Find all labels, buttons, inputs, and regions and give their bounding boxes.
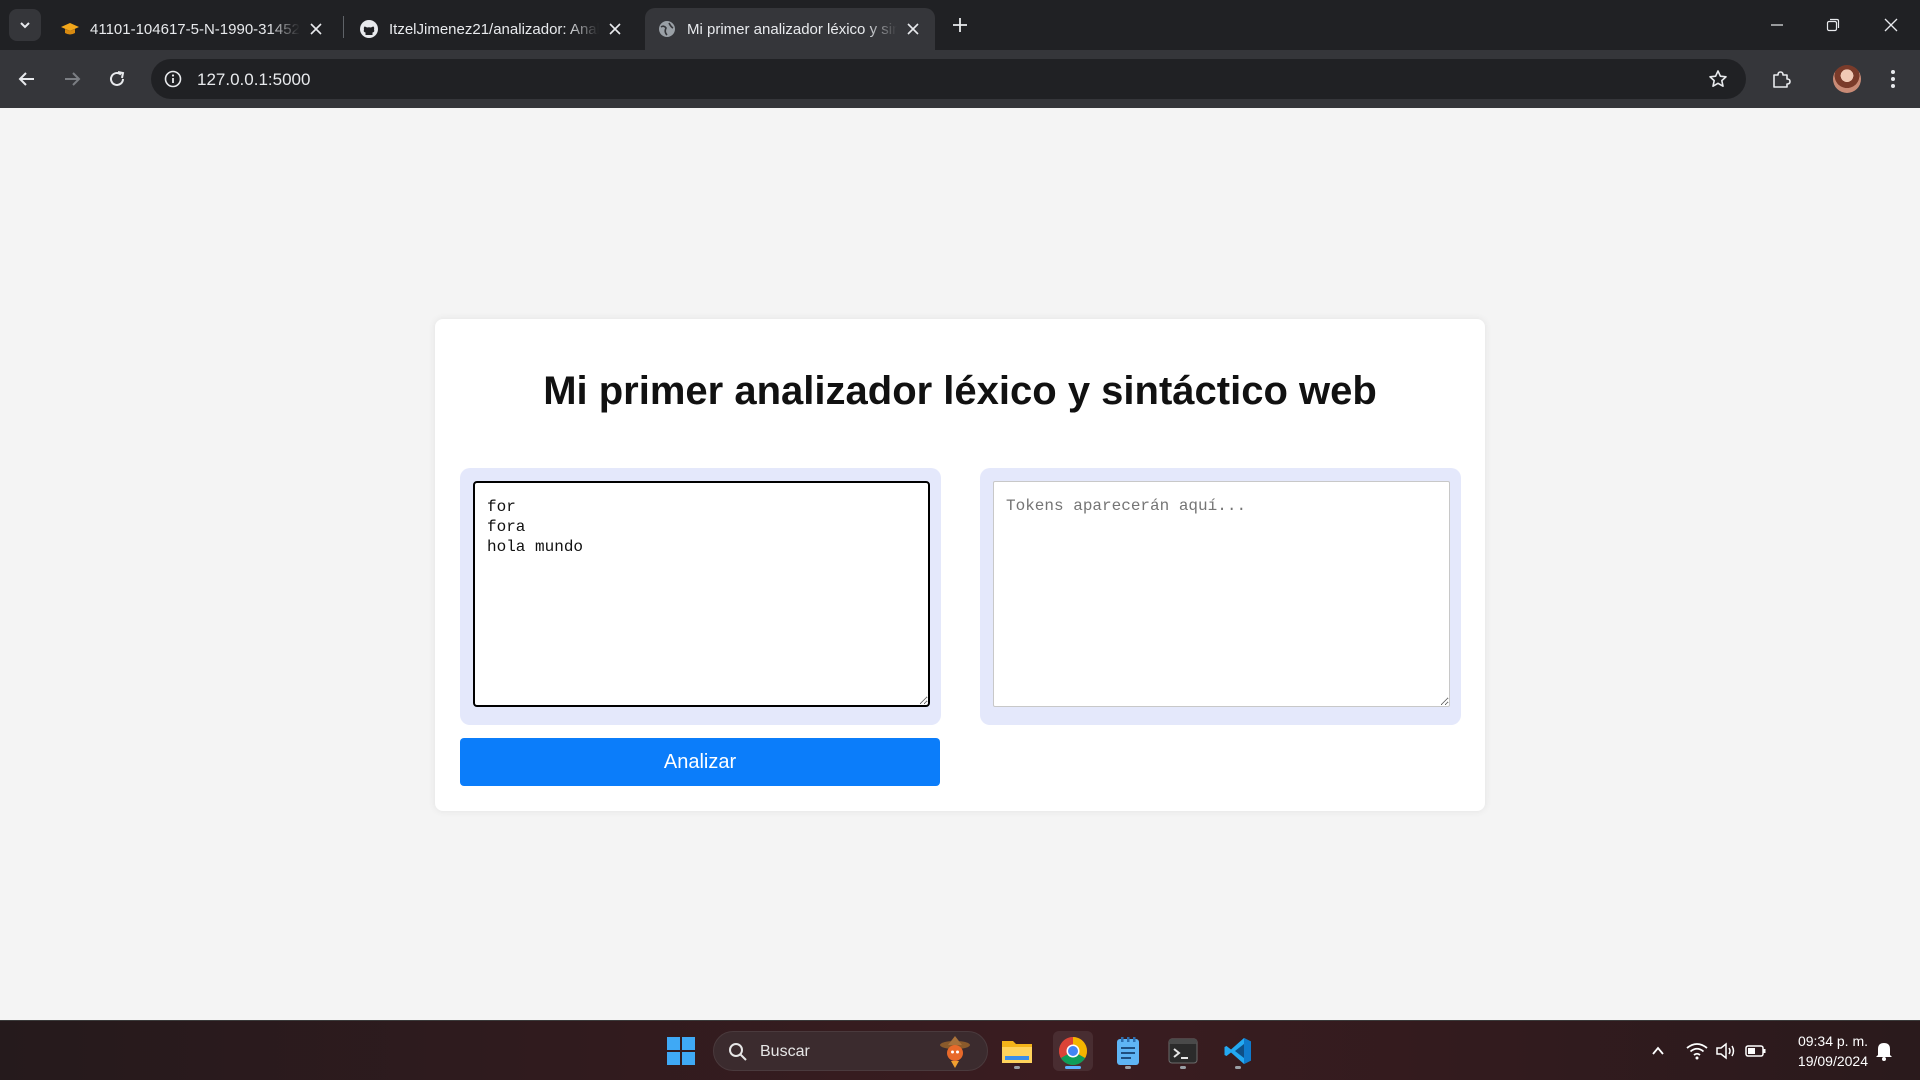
clock-time: 09:34 p. m.	[1797, 1033, 1868, 1049]
file-explorer-icon	[1002, 1041, 1032, 1063]
forward-button[interactable]	[56, 63, 88, 95]
close-icon	[1884, 18, 1898, 32]
minimize-icon	[1771, 24, 1783, 26]
notifications-button[interactable]	[1872, 1039, 1896, 1063]
arrow-left-icon	[18, 72, 34, 86]
battery-icon	[1745, 1045, 1766, 1057]
restore-icon	[1826, 18, 1840, 32]
code-input[interactable]	[473, 481, 930, 707]
reload-icon	[110, 71, 125, 86]
notepad-icon	[1117, 1037, 1139, 1065]
graduation-cap-icon	[60, 19, 80, 39]
search-placeholder: Buscar	[760, 1043, 810, 1060]
tab-title: 41101-104617-5-N-1990-31452	[90, 20, 300, 38]
tab-separator	[343, 16, 344, 38]
url-text: 127.0.0.1:5000	[197, 70, 311, 89]
speaker-icon	[1716, 1042, 1735, 1060]
tokens-output[interactable]	[993, 481, 1450, 707]
wifi-icon	[1686, 1043, 1708, 1060]
taskbar-notepad[interactable]	[1108, 1031, 1148, 1071]
tab-search-button[interactable]	[9, 9, 41, 41]
back-button[interactable]	[11, 63, 43, 95]
tab-github[interactable]: ItzelJimenez21/analizador: Anal	[347, 8, 637, 50]
close-tab-icon[interactable]	[605, 19, 625, 39]
tab-pdf[interactable]: 41101-104617-5-N-1990-31452	[48, 8, 338, 50]
page-title: Mi primer analizador léxico y sintáctico…	[543, 369, 1377, 413]
close-window-button[interactable]	[1863, 0, 1919, 50]
show-hidden-icons-button[interactable]	[1646, 1039, 1670, 1063]
tab-title: Mi primer analizador léxico y sin	[687, 20, 897, 38]
taskbar-chrome[interactable]	[1053, 1031, 1093, 1071]
arrow-right-icon	[65, 72, 81, 86]
running-indicator	[1180, 1066, 1186, 1069]
wifi-status[interactable]	[1685, 1039, 1709, 1063]
site-info-icon[interactable]	[161, 67, 185, 91]
menu-button[interactable]	[1877, 63, 1909, 95]
puzzle-icon	[1773, 71, 1791, 88]
close-tab-icon[interactable]	[903, 19, 923, 39]
tab-title: ItzelJimenez21/analizador: Anal	[389, 20, 599, 38]
analyze-button[interactable]: Analizar	[460, 738, 940, 786]
kebab-menu-icon	[1891, 70, 1895, 88]
running-indicator	[1014, 1066, 1020, 1069]
vscode-icon	[1224, 1038, 1251, 1064]
search-highlight-icon	[940, 1036, 970, 1068]
input-pane	[460, 468, 941, 725]
extensions-button[interactable]	[1765, 63, 1797, 95]
github-icon	[359, 19, 379, 39]
bookmark-star-icon[interactable]	[1706, 67, 1730, 91]
address-bar[interactable]: 127.0.0.1:5000	[151, 59, 1746, 99]
start-button[interactable]	[661, 1031, 701, 1071]
plus-icon	[953, 18, 967, 32]
search-icon	[729, 1043, 747, 1061]
battery-status[interactable]	[1744, 1039, 1768, 1063]
clock-date: 19/09/2024	[1797, 1053, 1868, 1069]
analyzer-card: Mi primer analizador léxico y sintáctico…	[435, 319, 1485, 811]
volume-status[interactable]	[1714, 1039, 1738, 1063]
windows-start-icon	[667, 1037, 695, 1065]
browser-toolbar: 127.0.0.1:5000	[0, 50, 1920, 108]
terminal-icon	[1168, 1038, 1198, 1064]
active-indicator	[1065, 1066, 1081, 1069]
reload-button[interactable]	[101, 63, 133, 95]
system-clock[interactable]: 09:34 p. m. 19/09/2024	[1798, 1031, 1868, 1071]
minimize-button[interactable]	[1749, 0, 1805, 50]
profile-button[interactable]	[1831, 63, 1863, 95]
globe-icon	[657, 19, 677, 39]
chevron-up-icon	[1652, 1046, 1664, 1055]
running-indicator	[1235, 1066, 1241, 1069]
tokens-pane	[980, 468, 1461, 725]
avatar	[1833, 65, 1861, 93]
new-tab-button[interactable]	[946, 11, 974, 39]
running-indicator	[1125, 1066, 1131, 1069]
taskbar-file-explorer[interactable]	[997, 1031, 1037, 1071]
close-tab-icon[interactable]	[306, 19, 326, 39]
bell-icon	[1876, 1043, 1892, 1061]
chrome-icon	[1059, 1037, 1087, 1065]
taskbar: Buscar 09:34 p. m. 19/09/2024	[0, 1020, 1920, 1080]
restore-button[interactable]	[1805, 0, 1861, 50]
taskbar-vscode[interactable]	[1218, 1031, 1258, 1071]
chevron-down-icon	[20, 22, 30, 29]
tab-analizador[interactable]: Mi primer analizador léxico y sin	[645, 8, 935, 50]
taskbar-search[interactable]: Buscar	[713, 1031, 988, 1071]
taskbar-terminal[interactable]	[1163, 1031, 1203, 1071]
tab-bar: 41101-104617-5-N-1990-31452 ItzelJimenez…	[0, 0, 1920, 50]
